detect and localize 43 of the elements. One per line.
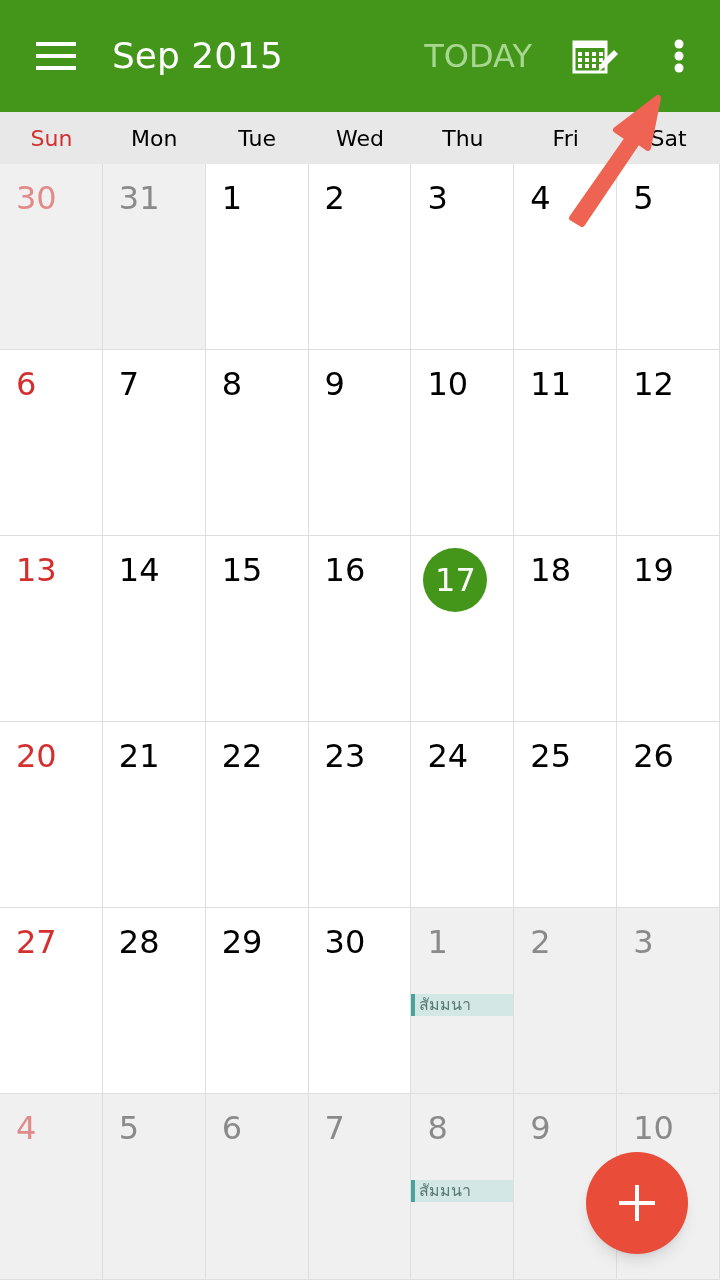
day-number[interactable]: 29 [221,924,263,960]
day-number[interactable]: 3 [427,180,448,216]
menu-icon[interactable] [36,42,76,70]
weekday-label: Wed [335,124,385,153]
day-number[interactable]: 21 [118,738,160,774]
day-number[interactable]: 15 [221,552,263,588]
day-number[interactable]: 27 [16,924,57,960]
today-marker[interactable]: 17 [423,548,488,612]
weekday-label: Sun [29,124,74,153]
weekday-label: Sat [649,124,688,153]
day-number[interactable]: 23 [324,738,366,774]
day-number[interactable]: 11 [530,366,571,402]
day-number[interactable]: 7 [118,366,140,402]
weekday-label: Mon [130,124,179,153]
weekday-label: Fri [551,124,580,153]
day-number[interactable]: 6 [16,366,37,402]
day-number[interactable]: 28 [118,924,160,960]
day-number[interactable]: 2 [324,180,345,216]
event-chip[interactable]: สัมมนา [411,994,514,1016]
event-chip[interactable]: สัมมนา [411,1180,514,1202]
day-number[interactable]: 20 [16,738,57,774]
day-number[interactable]: 24 [427,738,469,774]
day-number[interactable]: 25 [530,738,571,774]
day-number[interactable]: 22 [221,738,263,774]
day-number[interactable]: 4 [530,180,551,216]
day-number[interactable]: 13 [16,552,57,588]
month-title: Sep 2015 [112,34,283,78]
plus-icon [619,1185,655,1221]
day-number[interactable]: 8 [221,366,243,402]
weekday-label: Tue [237,124,277,153]
day-number[interactable]: 30 [324,924,366,960]
day-number[interactable]: 19 [633,552,674,588]
day-number[interactable]: 12 [633,366,674,402]
day-number[interactable]: 5 [633,180,654,216]
day-number[interactable]: 1 [221,180,243,216]
day-number[interactable]: 16 [324,552,366,588]
day-number[interactable]: 9 [324,366,345,402]
day-number[interactable]: 18 [530,552,571,588]
more-options-icon[interactable] [674,39,684,73]
weekday-label: Thu [441,124,485,153]
day-number[interactable]: 10 [427,366,469,402]
day-number[interactable]: 14 [118,552,160,588]
day-number[interactable]: 26 [633,738,674,774]
